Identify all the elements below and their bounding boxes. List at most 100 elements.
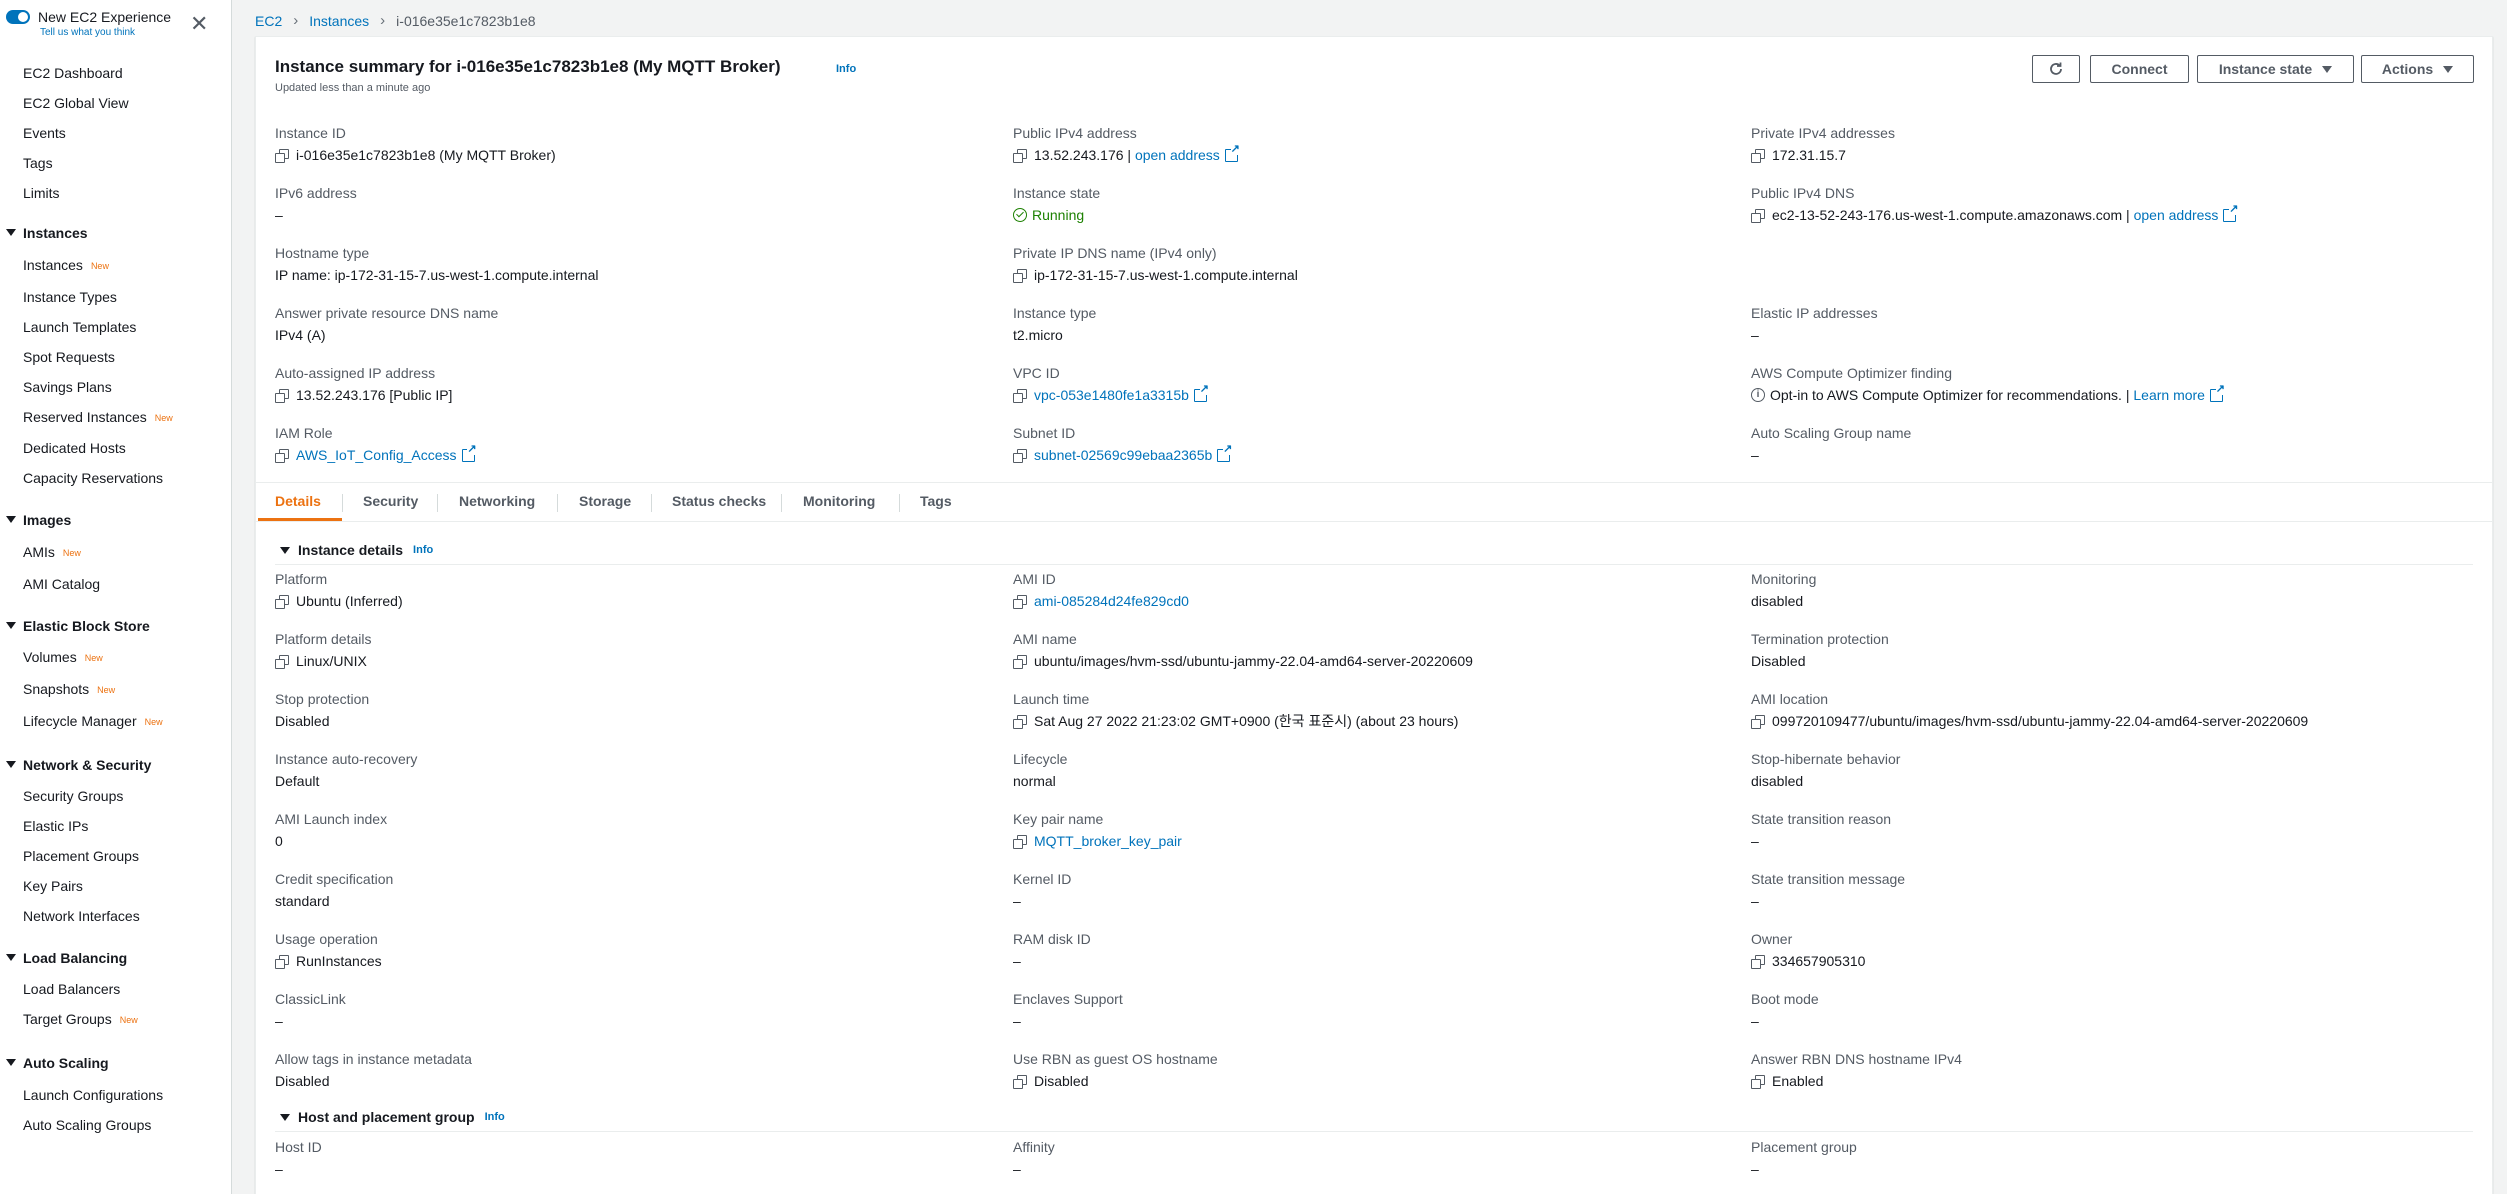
field-label: Lifecycle <box>1013 751 1068 767</box>
tab-status-checks[interactable]: Status checks <box>672 493 766 509</box>
divider <box>275 564 2473 565</box>
field-platform: Platform Ubuntu (Inferred) <box>275 570 403 610</box>
copy-icon[interactable] <box>275 448 289 463</box>
usage-op-value: RunInstances <box>296 953 382 969</box>
sidebar-item-dedicated-hosts[interactable]: Dedicated Hosts <box>23 439 126 457</box>
new-badge: New <box>144 717 163 727</box>
sidebar-item-global-view[interactable]: EC2 Global View <box>23 94 129 112</box>
sidebar-item-instances[interactable]: Instances New <box>23 256 109 275</box>
ami-id-link[interactable]: ami-085284d24fe829cd0 <box>1034 592 1189 610</box>
copy-icon[interactable] <box>1751 208 1765 223</box>
sidebar-item-ami-catalog[interactable]: AMI Catalog <box>23 575 100 593</box>
sidebar-item-auto-scaling-groups[interactable]: Auto Scaling Groups <box>23 1116 151 1134</box>
host-placement-header[interactable]: Host and placement group Info <box>280 1109 505 1125</box>
sidebar-section-instances[interactable]: Instances <box>6 224 88 242</box>
field-lifecycle: Lifecycle normal <box>1013 750 1067 790</box>
sidebar-section-ebs[interactable]: Elastic Block Store <box>6 617 150 635</box>
host-placement-info-link[interactable]: Info <box>485 1111 505 1123</box>
copy-icon[interactable] <box>275 148 289 163</box>
copy-icon[interactable] <box>1013 654 1027 669</box>
field-instance-type: Instance type t2.micro <box>1013 304 1096 344</box>
copy-icon[interactable] <box>275 954 289 969</box>
copy-icon[interactable] <box>1751 1074 1765 1089</box>
sidebar-item-reserved-instances[interactable]: Reserved Instances New <box>23 408 173 427</box>
sidebar-item-launch-templates[interactable]: Launch Templates <box>23 318 136 336</box>
copy-icon[interactable] <box>275 654 289 669</box>
connect-button[interactable]: Connect <box>2090 55 2189 83</box>
field-label: Placement group <box>1751 1139 1857 1155</box>
field-label: Use RBN as guest OS hostname <box>1013 1051 1218 1067</box>
copy-icon[interactable] <box>275 594 289 609</box>
copy-icon[interactable] <box>1013 268 1027 283</box>
actions-button[interactable]: Actions <box>2361 55 2474 83</box>
instance-state-label: Instance state <box>2218 61 2313 77</box>
private-dns-value: ip-172-31-15-7.us-west-1.compute.interna… <box>1034 267 1298 283</box>
sidebar-item-security-groups[interactable]: Security Groups <box>23 787 123 805</box>
field-label: Instance ID <box>275 125 346 141</box>
sidebar-item-events[interactable]: Events <box>23 124 66 142</box>
sidebar-section-load-balancing[interactable]: Load Balancing <box>6 949 127 967</box>
subnet-id-link[interactable]: subnet-02569c99ebaa2365b <box>1034 446 1212 464</box>
sidebar-item-limits[interactable]: Limits <box>23 184 60 202</box>
sidebar-item-lifecycle-manager[interactable]: Lifecycle Manager New <box>23 712 163 731</box>
sidebar-item-volumes[interactable]: Volumes New <box>23 648 103 667</box>
field-label: Subnet ID <box>1013 425 1076 441</box>
sidebar-item-elastic-ips[interactable]: Elastic IPs <box>23 817 88 835</box>
sidebar-item-key-pairs[interactable]: Key Pairs <box>23 877 83 895</box>
copy-icon[interactable] <box>1013 594 1027 609</box>
sidebar-item-load-balancers[interactable]: Load Balancers <box>23 980 120 998</box>
close-icon[interactable]: ✕ <box>190 13 208 35</box>
sidebar-item-network-interfaces[interactable]: Network Interfaces <box>23 907 140 925</box>
sidebar-section-auto-scaling[interactable]: Auto Scaling <box>6 1054 109 1072</box>
copy-icon[interactable] <box>1751 148 1765 163</box>
copy-icon[interactable] <box>1013 1074 1027 1089</box>
field-label: State transition message <box>1751 871 1906 887</box>
sidebar-item-placement-groups[interactable]: Placement Groups <box>23 847 139 865</box>
key-pair-link[interactable]: MQTT_broker_key_pair <box>1034 832 1182 850</box>
sidebar-item-target-groups[interactable]: Target Groups New <box>23 1010 138 1029</box>
sidebar-item-launch-configurations[interactable]: Launch Configurations <box>23 1086 163 1104</box>
open-address-link[interactable]: open address <box>2134 206 2219 224</box>
sidebar-item-instance-types[interactable]: Instance Types <box>23 288 117 306</box>
sidebar-item-ec2-dashboard[interactable]: EC2 Dashboard <box>23 64 123 82</box>
sidebar-nav: New EC2 Experience Tell us what you thin… <box>0 0 232 1194</box>
copy-icon[interactable] <box>1013 834 1027 849</box>
tab-networking[interactable]: Networking <box>459 493 535 509</box>
sidebar-item-amis[interactable]: AMIs New <box>23 543 81 562</box>
summary-info-link[interactable]: Info <box>836 63 856 75</box>
copy-icon[interactable] <box>1013 388 1027 403</box>
copy-icon[interactable] <box>1013 148 1027 163</box>
chevron-right-icon: › <box>293 12 299 29</box>
copy-icon[interactable] <box>1013 448 1027 463</box>
sidebar-item-capacity-reservations[interactable]: Capacity Reservations <box>23 469 163 487</box>
copy-icon[interactable] <box>1013 714 1027 729</box>
feedback-link[interactable]: Tell us what you think <box>40 26 171 40</box>
state-message-value: – <box>1751 893 1759 909</box>
tab-details[interactable]: Details <box>275 493 321 509</box>
open-address-link[interactable]: open address <box>1135 146 1220 164</box>
sidebar-item-tags[interactable]: Tags <box>23 154 53 172</box>
sidebar-section-network-security[interactable]: Network & Security <box>6 756 151 774</box>
sidebar-item-snapshots[interactable]: Snapshots New <box>23 680 115 699</box>
breadcrumb-ec2[interactable]: EC2 <box>255 13 282 29</box>
external-link-icon <box>461 443 477 462</box>
tab-monitoring[interactable]: Monitoring <box>803 493 875 509</box>
sidebar-item-spot-requests[interactable]: Spot Requests <box>23 348 115 366</box>
refresh-button[interactable] <box>2032 55 2080 83</box>
vpc-id-link[interactable]: vpc-053e1480fe1a3315b <box>1034 386 1189 404</box>
sidebar-section-images[interactable]: Images <box>6 511 71 529</box>
instance-details-info-link[interactable]: Info <box>413 544 433 556</box>
copy-icon[interactable] <box>1751 954 1765 969</box>
learn-more-link[interactable]: Learn more <box>2133 386 2205 404</box>
tab-tags[interactable]: Tags <box>920 493 952 509</box>
copy-icon[interactable] <box>275 388 289 403</box>
sidebar-item-savings-plans[interactable]: Savings Plans <box>23 378 112 396</box>
instance-state-button[interactable]: Instance state <box>2197 55 2354 83</box>
tab-security[interactable]: Security <box>363 493 418 509</box>
tab-storage[interactable]: Storage <box>579 493 631 509</box>
breadcrumb-instances[interactable]: Instances <box>309 13 369 29</box>
iam-role-link[interactable]: AWS_IoT_Config_Access <box>296 446 457 464</box>
copy-icon[interactable] <box>1751 714 1765 729</box>
instance-details-header[interactable]: Instance details Info <box>280 542 433 558</box>
new-experience-toggle[interactable] <box>6 10 30 24</box>
